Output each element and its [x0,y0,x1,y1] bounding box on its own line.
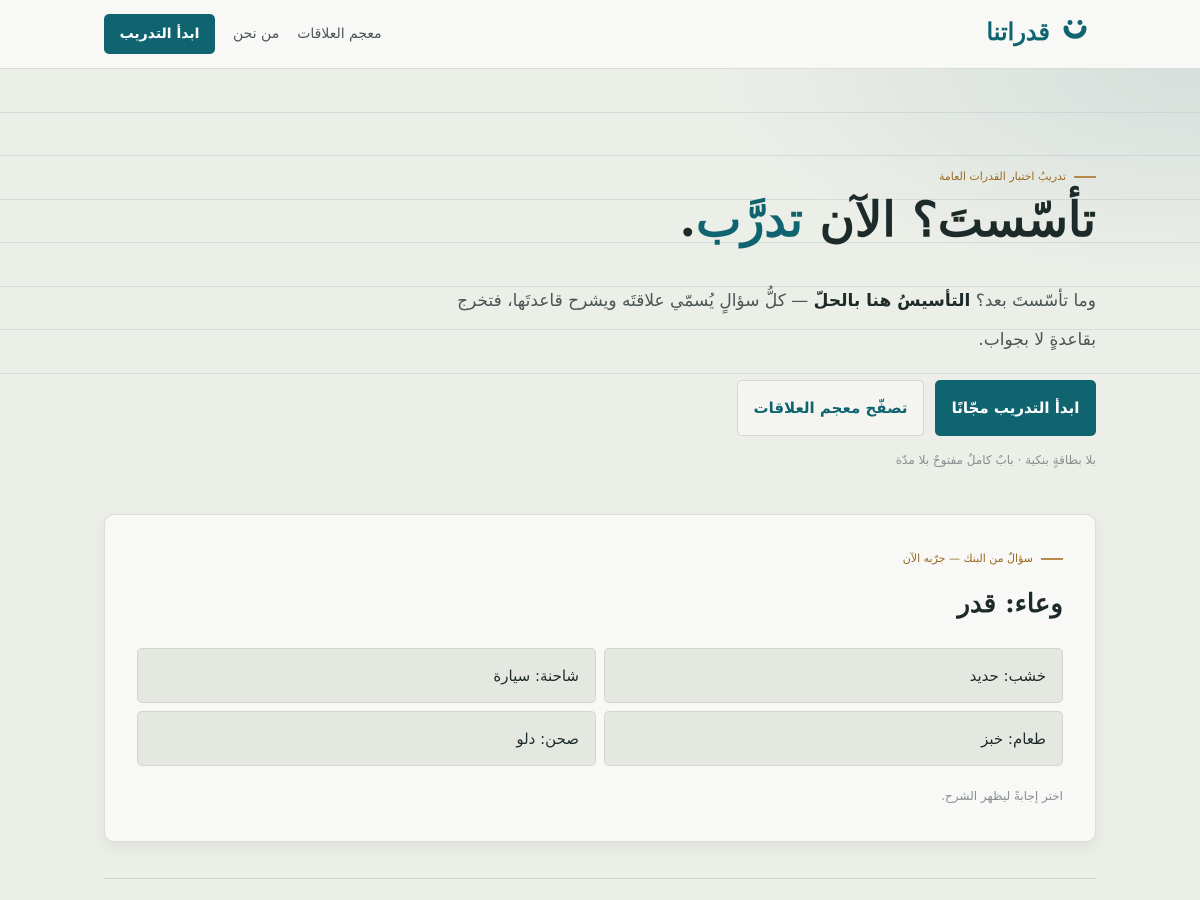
hero-title-end: . [679,192,697,248]
card-hint: اختر إجابةً ليظهر الشرح. [941,789,1063,803]
answer-option[interactable]: طعام: خبز [604,711,1063,766]
hero-line [0,373,1200,374]
main-nav: معجم العلاقات من نحن ابدأ التدريب [104,14,382,54]
hero-eyebrow: تدريبُ اختبار القدرات العامة [939,170,1096,183]
answer-options: خشب: حديد شاحنة: سيارة طعام: خبز صحن: دل… [137,648,1063,766]
section-divider [104,878,1096,879]
header-start-button[interactable]: ابدأ التدريب [104,14,215,54]
site-header: قدراتنا معجم العلاقات من نحن ابدأ التدري… [0,0,1200,69]
answer-option[interactable]: شاحنة: سيارة [137,648,596,703]
question-text: وعاء: قدر [957,589,1064,619]
hero-sub-part1: وما تأسّستَ بعد؟ [970,291,1096,311]
qudratna-logo-icon [1063,19,1087,39]
card-eyebrow-text: سؤالٌ من البنك — جرّبه الآن [902,552,1033,565]
card-eyebrow: سؤالٌ من البنك — جرّبه الآن [903,552,1063,565]
answer-option[interactable]: خشب: حديد [604,648,1063,703]
hero-subtitle: وما تأسّستَ بعد؟ التأسيسُ هنا بالحلّ — ك… [436,282,1096,360]
eyebrow-bar [1041,557,1063,560]
logo[interactable]: قدراتنا [986,17,1088,46]
nav-about-link[interactable]: من نحن [233,26,279,42]
browse-dictionary-button[interactable]: تصفّح معجم العلاقات [737,380,924,436]
eyebrow-bar [1074,175,1096,178]
nav-dictionary-link[interactable]: معجم العلاقات [297,26,381,42]
hero-note: بلا بطاقةٍ بنكية · بابٌ كاملٌ مفتوحٌ بلا… [895,453,1096,467]
hero-line [0,112,1200,113]
logo-text: قدراتنا [986,17,1050,46]
hero-eyebrow-text: تدريبُ اختبار القدرات العامة [939,170,1066,183]
start-free-button[interactable]: ابدأ التدريب مجّانًا [935,380,1096,436]
hero-sub-bold: التأسيسُ هنا بالحلّ [813,291,971,311]
hero-line [0,155,1200,156]
sample-question-card: سؤالٌ من البنك — جرّبه الآن وعاء: قدر خش… [104,514,1096,842]
hero-title-main: تأسّستَ؟ الآن [802,192,1096,248]
hero-title-accent: تدرَّب [696,192,803,248]
answer-option[interactable]: صحن: دلو [137,711,596,766]
hero-title: تأسّستَ؟ الآن تدرَّب. [679,192,1096,248]
